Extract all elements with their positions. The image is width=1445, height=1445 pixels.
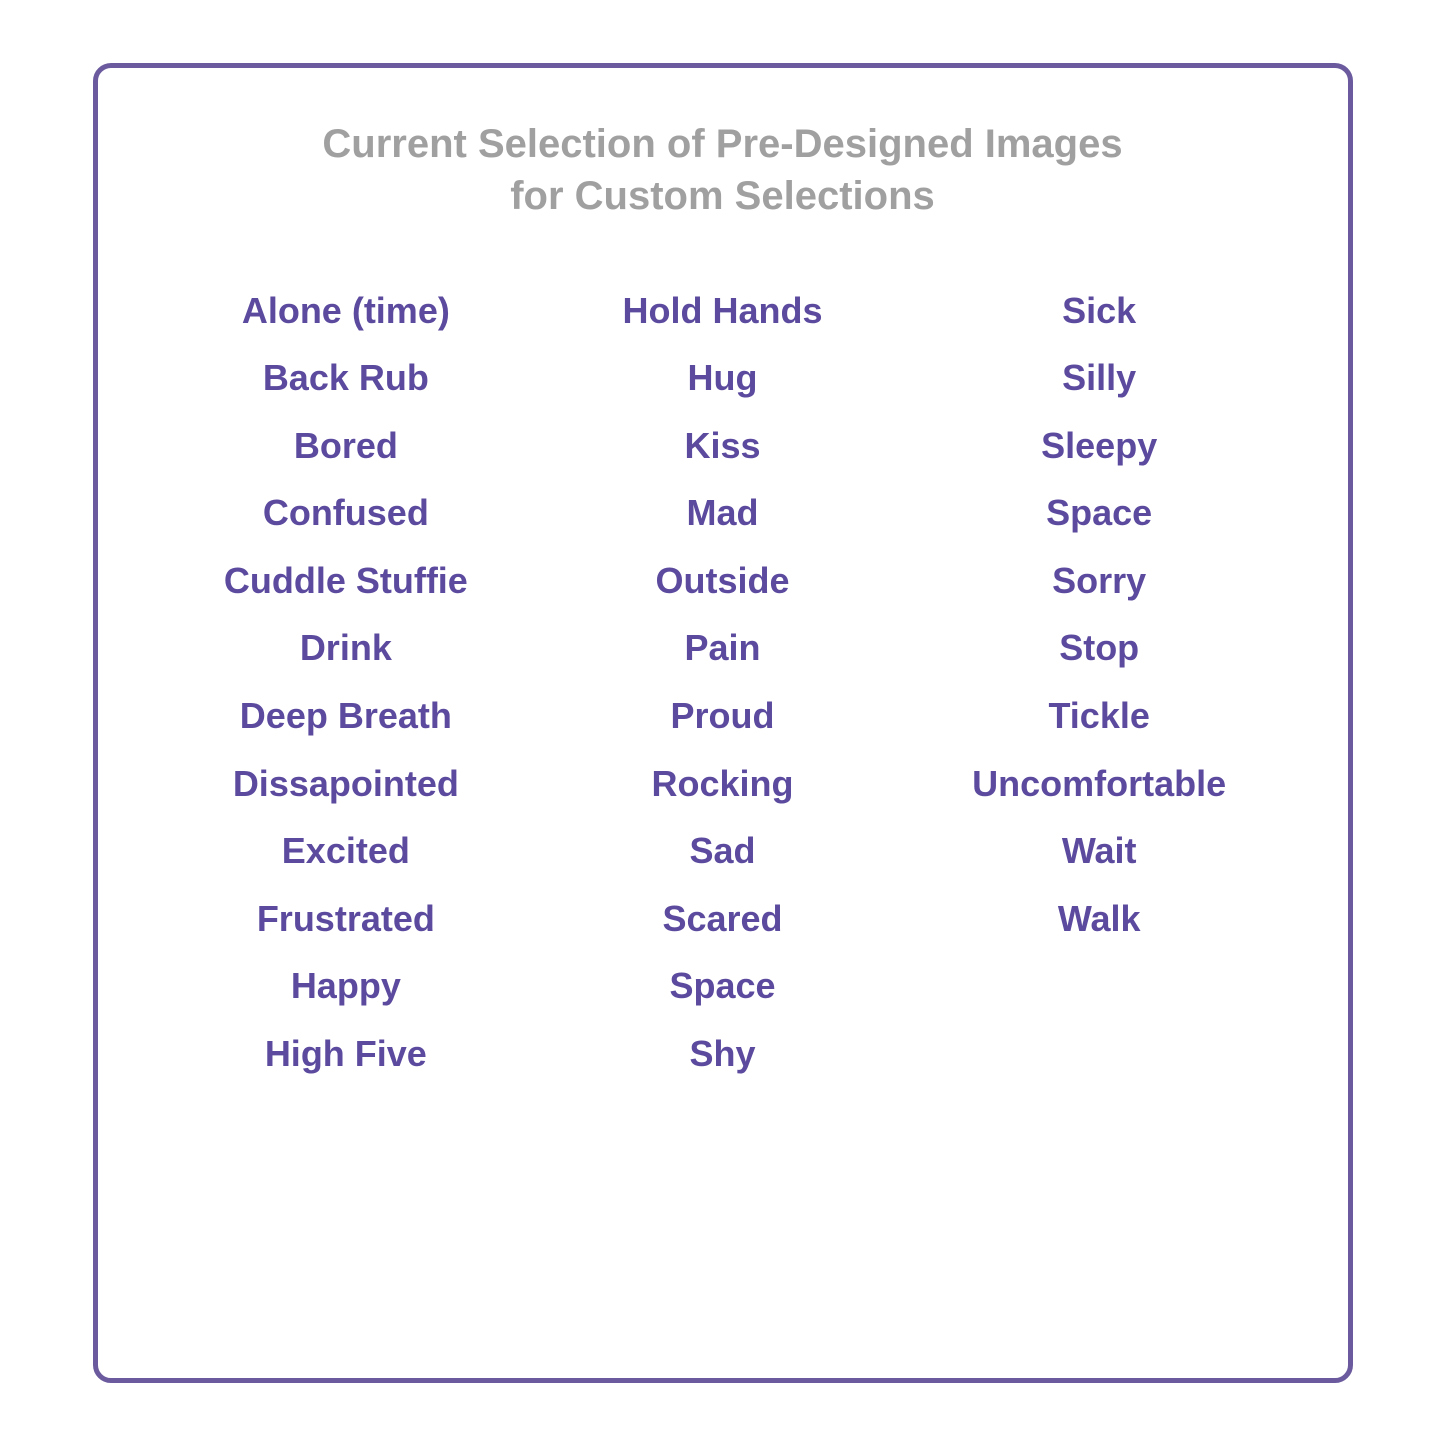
- list-item: Hug: [688, 349, 758, 407]
- list-item: Sick: [1062, 282, 1136, 340]
- list-item: Uncomfortable: [972, 755, 1226, 813]
- list-item: Stop: [1059, 619, 1139, 677]
- list-item: Hold Hands: [623, 282, 823, 340]
- list-item: Excited: [282, 822, 410, 880]
- list-item: Wait: [1062, 822, 1137, 880]
- list-item: Cuddle Stuffie: [224, 552, 468, 610]
- column-1: Alone (time) Back Rub Bored Confused Cuddle …: [158, 282, 535, 1338]
- columns-container: Alone (time) Back Rub Bored Confused Cuddle …: [158, 282, 1288, 1338]
- list-item: Space: [669, 957, 775, 1015]
- list-item: Proud: [671, 687, 775, 745]
- list-item: Sleepy: [1041, 417, 1157, 475]
- list-item: Tickle: [1048, 687, 1149, 745]
- list-item: Silly: [1062, 349, 1136, 407]
- list-item: Alone (time): [242, 282, 450, 340]
- list-item: Scared: [662, 890, 782, 948]
- list-item: Rocking: [652, 755, 794, 813]
- list-item: High Five: [265, 1025, 427, 1083]
- list-item: Dissapointed: [233, 755, 459, 813]
- list-item: Back Rub: [263, 349, 429, 407]
- column-2: Hold Hands Hug Kiss Mad Outside Pain Proud Rock…: [534, 282, 911, 1338]
- list-item: Sad: [689, 822, 755, 880]
- main-card: Current Selection of Pre-Designed Images…: [93, 63, 1353, 1383]
- list-item: Drink: [300, 619, 392, 677]
- list-item: Outside: [656, 552, 790, 610]
- list-item: Frustrated: [257, 890, 435, 948]
- list-item: Pain: [684, 619, 760, 677]
- list-item: Bored: [294, 417, 398, 475]
- list-item: Mad: [687, 484, 759, 542]
- list-item: Walk: [1058, 890, 1141, 948]
- list-item: Confused: [263, 484, 429, 542]
- list-item: Kiss: [684, 417, 760, 475]
- list-item: Deep Breath: [240, 687, 452, 745]
- list-item: Sorry: [1052, 552, 1146, 610]
- list-item: Happy: [291, 957, 401, 1015]
- page-title: Current Selection of Pre-Designed Images…: [322, 118, 1122, 222]
- column-3: Sick Silly Sleepy Space Sorry Stop Tickle Uncom…: [911, 282, 1288, 1338]
- list-item: Space: [1046, 484, 1152, 542]
- list-item: Shy: [689, 1025, 755, 1083]
